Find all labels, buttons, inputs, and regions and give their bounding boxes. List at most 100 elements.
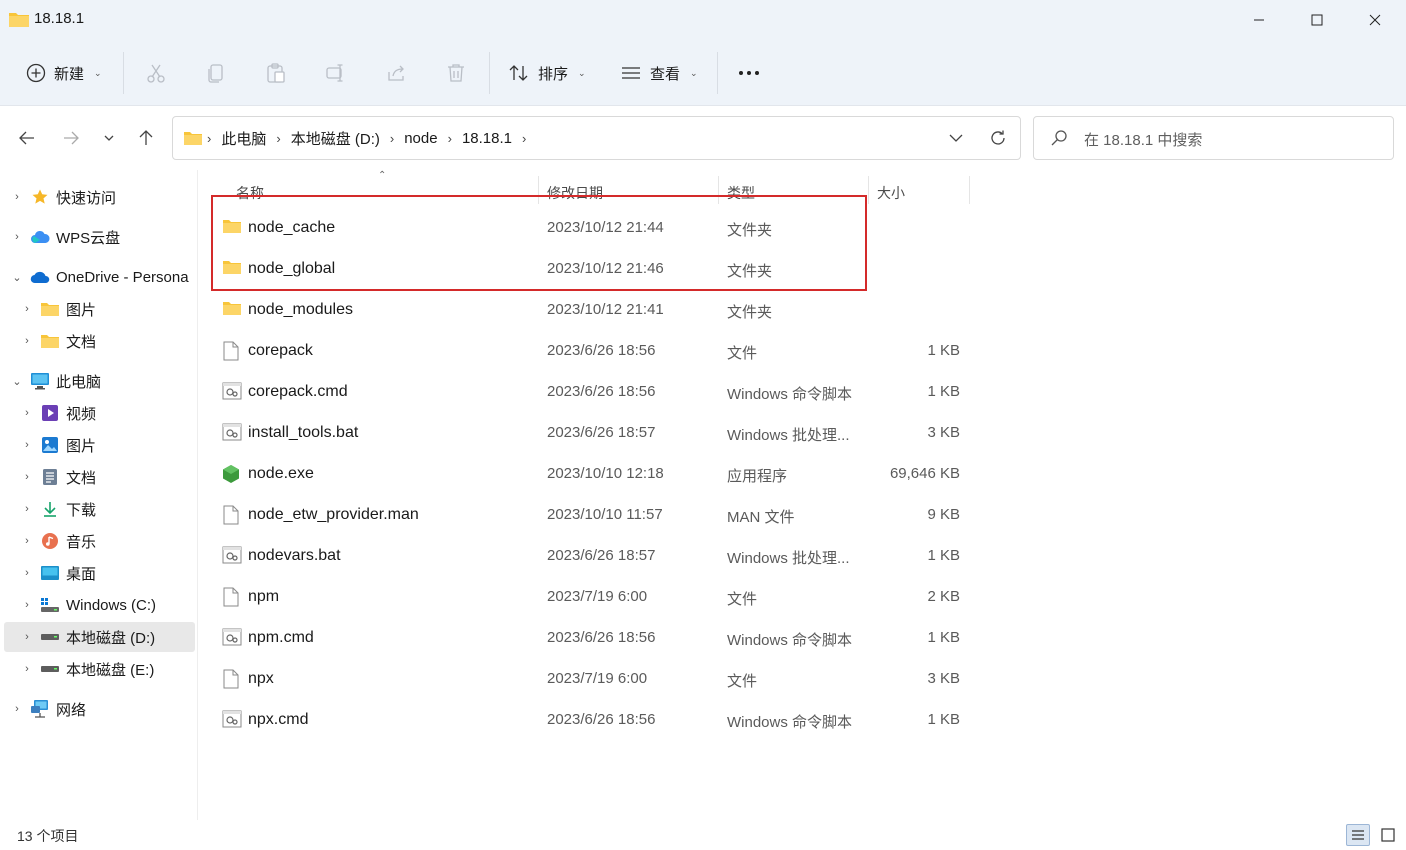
column-header-size[interactable]: 大小 <box>877 178 905 208</box>
more-button[interactable] <box>737 40 761 106</box>
sidebar-item-documents[interactable]: › 文档 <box>0 462 197 492</box>
minimize-button[interactable] <box>1230 0 1288 40</box>
sidebar-item-this-pc[interactable]: ⌄ 此电脑 <box>0 366 197 396</box>
new-button[interactable]: 新建 ⌄ <box>26 40 102 106</box>
refresh-button[interactable] <box>985 125 1011 151</box>
file-name: npx <box>248 670 274 687</box>
search-input[interactable]: 在 18.18.1 中搜索 <box>1033 116 1394 160</box>
paste-button[interactable] <box>265 40 287 106</box>
breadcrumb-drive-d[interactable]: 本地磁盘 (D:) <box>285 128 386 149</box>
file-date: 2023/6/26 18:57 <box>547 424 656 441</box>
large-icons-view-button[interactable] <box>1376 824 1400 846</box>
sidebar-item-drive-c[interactable]: › Windows (C:) <box>0 590 197 620</box>
copy-button[interactable] <box>205 40 227 106</box>
sidebar-item-label: 网络 <box>56 701 87 719</box>
address-dropdown-button[interactable] <box>943 125 969 151</box>
sidebar-item-videos[interactable]: › 视频 <box>0 398 197 428</box>
delete-button[interactable] <box>445 40 467 106</box>
file-row[interactable]: nodevars.bat 2023/6/26 18:57 Windows 批处理..… <box>214 536 974 577</box>
sidebar-item-onedrive-pictures[interactable]: › 图片 <box>0 294 197 324</box>
address-bar[interactable]: › 此电脑 › 本地磁盘 (D:) › node › 18.18.1 › <box>172 116 1021 160</box>
rename-button[interactable] <box>325 40 347 106</box>
chevron-right-icon[interactable]: › <box>20 407 34 419</box>
chevron-right-icon[interactable]: › <box>20 439 34 451</box>
chevron-right-icon[interactable]: › <box>10 703 24 715</box>
chevron-right-icon[interactable]: › <box>203 131 215 146</box>
sidebar-item-pictures[interactable]: › 图片 <box>0 430 197 460</box>
up-button[interactable] <box>131 124 161 152</box>
recent-locations-button[interactable] <box>94 124 124 152</box>
chevron-right-icon[interactable]: › <box>20 303 34 315</box>
breadcrumb-18-18-1[interactable]: 18.18.1 <box>456 130 518 147</box>
sidebar-item-desktop[interactable]: › 桌面 <box>0 558 197 588</box>
drive-icon <box>40 627 60 647</box>
chevron-right-icon[interactable]: › <box>518 131 530 146</box>
sidebar-item-wps-cloud[interactable]: › WPS云盘 <box>0 222 197 252</box>
column-header-size-label: 大小 <box>877 185 905 201</box>
sidebar-item-label: 音乐 <box>66 533 97 551</box>
view-button[interactable]: 查看 ⌄ <box>620 40 698 106</box>
file-row[interactable]: node.exe 2023/10/10 12:18 应用程序 69,646 KB <box>214 454 974 495</box>
file-row[interactable]: node_modules 2023/10/12 21:41 文件夹 <box>214 290 974 331</box>
file-size: 1 KB <box>927 547 960 564</box>
script-icon <box>222 546 242 566</box>
file-row[interactable]: npx 2023/7/19 6:00 文件 3 KB <box>214 659 974 700</box>
sidebar-item-drive-e[interactable]: › 本地磁盘 (E:) <box>0 654 197 684</box>
chevron-right-icon[interactable]: › <box>10 231 24 243</box>
sidebar-item-network[interactable]: › 网络 <box>0 694 197 724</box>
file-type: Windows 批处理... <box>727 427 850 444</box>
sidebar-item-label: 本地磁盘 (E:) <box>66 661 155 679</box>
details-view-button[interactable] <box>1346 824 1370 846</box>
file-row[interactable]: npx.cmd 2023/6/26 18:56 Windows 命令脚本 1 KB <box>214 700 974 741</box>
cut-button[interactable] <box>145 40 167 106</box>
folder-icon <box>183 130 203 146</box>
chevron-right-icon[interactable]: › <box>444 131 456 146</box>
close-button[interactable] <box>1346 0 1404 40</box>
back-button[interactable] <box>12 124 42 152</box>
chevron-right-icon[interactable]: › <box>20 335 34 347</box>
file-row[interactable]: node_etw_provider.man 2023/10/10 11:57 MAN… <box>214 495 974 536</box>
chevron-right-icon[interactable]: › <box>386 131 398 146</box>
breadcrumb-this-pc[interactable]: 此电脑 <box>215 128 272 149</box>
sidebar-item-quick-access[interactable]: › 快速访问 <box>0 182 197 212</box>
chevron-right-icon[interactable]: › <box>20 663 34 675</box>
download-icon <box>40 499 60 519</box>
chevron-right-icon[interactable]: › <box>20 535 34 547</box>
chevron-right-icon[interactable]: › <box>10 191 24 203</box>
file-row[interactable]: npm 2023/7/19 6:00 文件 2 KB <box>214 577 974 618</box>
forward-button[interactable] <box>56 124 86 152</box>
command-bar: 新建 ⌄ 排序 ⌄ 查看 ⌄ <box>0 40 1406 106</box>
sidebar-item-music[interactable]: › 音乐 <box>0 526 197 556</box>
maximize-button[interactable] <box>1288 0 1346 40</box>
chevron-down-icon[interactable]: ⌄ <box>10 271 24 284</box>
sidebar-item-label: 文档 <box>66 333 97 351</box>
breadcrumb-node[interactable]: node <box>398 130 443 147</box>
chevron-right-icon[interactable]: › <box>272 131 284 146</box>
file-row[interactable]: npm.cmd 2023/6/26 18:56 Windows 命令脚本 1 KB <box>214 618 974 659</box>
details-view-icon <box>1352 830 1364 840</box>
sidebar-item-onedrive-documents[interactable]: › 文档 <box>0 326 197 356</box>
file-row[interactable]: install_tools.bat 2023/6/26 18:57 Windows … <box>214 413 974 454</box>
folder-icon <box>8 10 30 32</box>
drive-c-icon <box>40 595 60 615</box>
sidebar-item-drive-d[interactable]: › 本地磁盘 (D:) <box>4 622 195 652</box>
column-divider[interactable] <box>868 176 869 204</box>
file-row[interactable]: corepack.cmd 2023/6/26 18:56 Windows 命令脚本 1… <box>214 372 974 413</box>
file-date: 2023/10/10 11:57 <box>547 506 663 523</box>
file-type: Windows 批处理... <box>727 550 850 567</box>
video-icon <box>40 403 60 423</box>
chevron-down-icon[interactable]: ⌄ <box>10 375 24 388</box>
chevron-right-icon[interactable]: › <box>20 503 34 515</box>
chevron-right-icon[interactable]: › <box>20 631 34 643</box>
share-button[interactable] <box>385 40 407 106</box>
chevron-right-icon[interactable]: › <box>20 471 34 483</box>
sort-button[interactable]: 排序 ⌄ <box>508 40 586 106</box>
column-divider[interactable] <box>969 176 970 204</box>
sidebar-item-downloads[interactable]: › 下载 <box>0 494 197 524</box>
chevron-right-icon[interactable]: › <box>20 599 34 611</box>
file-icon <box>222 505 242 525</box>
chevron-right-icon[interactable]: › <box>20 567 34 579</box>
sidebar-item-onedrive[interactable]: ⌄ OneDrive - Persona <box>0 262 197 292</box>
file-row[interactable]: corepack 2023/6/26 18:56 文件 1 KB <box>214 331 974 372</box>
file-type: 文件 <box>727 673 758 690</box>
